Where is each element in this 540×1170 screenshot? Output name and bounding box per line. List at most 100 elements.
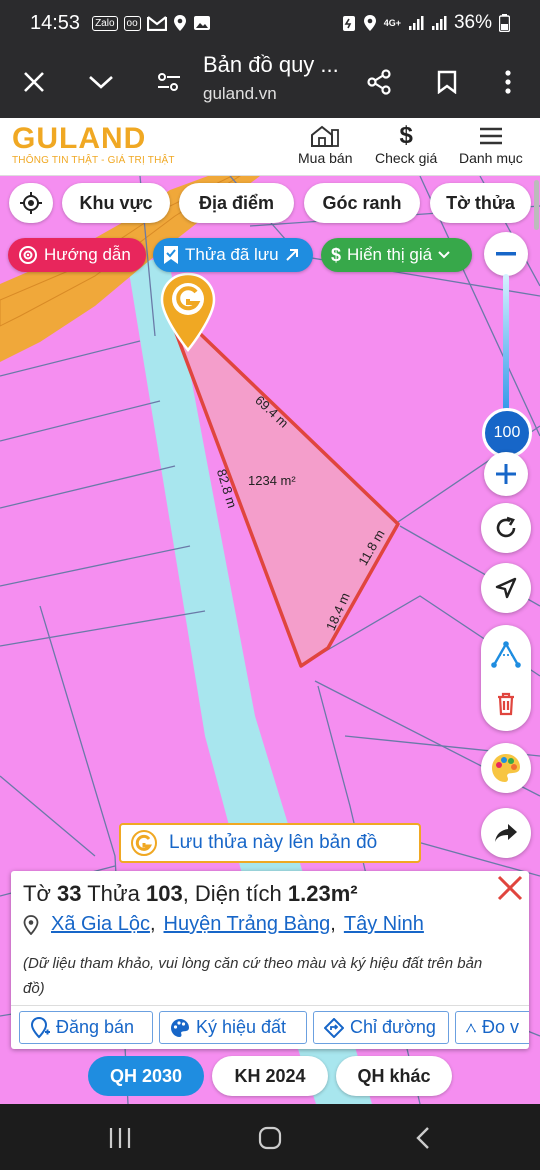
minus-icon — [496, 252, 516, 256]
recents-button[interactable] — [100, 1118, 140, 1158]
trash-icon — [498, 692, 514, 716]
show-price-button[interactable]: $ Hiển thị giá — [321, 238, 472, 272]
logo-text: GULAND — [12, 122, 147, 155]
recents-icon — [109, 1128, 131, 1148]
share-icon — [367, 69, 391, 95]
signal-icon — [408, 16, 424, 30]
delete-measure-button[interactable] — [481, 679, 531, 729]
close-tab-button[interactable] — [12, 60, 56, 104]
action-label: Đo v — [481, 1017, 519, 1037]
dollar-icon: $ — [399, 122, 413, 149]
guland-g-icon — [131, 830, 157, 856]
zoom-level[interactable]: 100 — [482, 408, 532, 458]
menu-icon — [479, 127, 502, 145]
price-label: Hiển thị giá — [347, 245, 433, 264]
site-settings-button[interactable] — [147, 60, 191, 104]
share-map-button[interactable] — [481, 808, 531, 858]
parcel-marker-icon[interactable] — [159, 272, 217, 352]
nav-mua-ban[interactable]: Mua bán — [298, 122, 352, 166]
nav-danh-muc[interactable]: Danh mục — [459, 122, 523, 166]
navigation-arrow-icon — [495, 577, 517, 599]
bookmark-button[interactable] — [425, 60, 469, 104]
locate-button[interactable] — [9, 183, 53, 223]
dollar-icon: $ — [331, 244, 342, 265]
parcel-location: Xã Gia Lộc, Huyện Trảng Bàng, Tây Ninh — [23, 913, 424, 936]
land-symbols-button[interactable]: Ký hiệu đất — [159, 1011, 307, 1044]
parcel-area-label: 1234 m² — [248, 473, 296, 488]
status-bar: 14:53 Zalo oo 4G+ 36% — [0, 0, 540, 46]
data-saver-icon — [342, 16, 355, 31]
site-header: GULAND THÔNG TIN THẬT - GIÁ TRỊ THẬT Mua… — [0, 118, 540, 176]
nav-label: Danh mục — [459, 150, 523, 166]
my-location-button[interactable] — [481, 563, 531, 613]
save-banner-label: Lưu thửa này lên bản đồ — [169, 832, 378, 853]
saved-label: Thửa đã lưu — [185, 245, 279, 264]
palette-icon — [492, 754, 520, 782]
save-parcel-button[interactable]: Lưu thửa này lên bản đồ — [119, 823, 421, 863]
refresh-icon — [496, 516, 516, 538]
battery-icon — [499, 14, 510, 32]
directions-icon — [324, 1017, 344, 1038]
battery-percent: 36% — [453, 12, 492, 33]
zoom-out-button[interactable] — [484, 232, 528, 276]
chevron-down-icon — [438, 251, 450, 259]
province-link[interactable]: Tây Ninh — [344, 913, 424, 936]
zoom-in-button[interactable] — [484, 452, 528, 496]
saved-parcels-button[interactable]: Thửa đã lưu — [153, 238, 313, 272]
district-link[interactable]: Huyện Trảng Bàng — [164, 913, 331, 936]
measure-area-button[interactable]: Đo v — [455, 1011, 529, 1044]
network-type: 4G+ — [383, 18, 401, 28]
browser-toolbar: Bản đồ quy ... guland.vn — [0, 46, 540, 118]
guide-button[interactable]: Hướng dẫn — [8, 238, 146, 272]
more-options-button[interactable] — [486, 60, 530, 104]
bookmark-icon — [437, 70, 457, 94]
guland-logo[interactable]: GULAND THÔNG TIN THẬT - GIÁ TRỊ THẬT — [12, 122, 175, 167]
tab-qh-khac[interactable]: QH khác — [336, 1056, 452, 1096]
close-panel-button[interactable] — [495, 873, 525, 903]
post-listing-button[interactable]: Đăng bán — [19, 1011, 153, 1044]
map-scrollbar[interactable] — [534, 180, 539, 230]
divider — [11, 1005, 529, 1006]
tune-icon — [158, 73, 180, 91]
directions-button[interactable]: Chỉ đường — [313, 1011, 449, 1044]
home-icon — [258, 1126, 282, 1150]
measure-button[interactable] — [481, 629, 531, 679]
commune-link[interactable]: Xã Gia Lộc — [51, 913, 150, 936]
chip-goc-ranh[interactable]: Góc ranh — [304, 183, 420, 223]
location-icon — [363, 15, 376, 31]
location-plus-icon — [30, 1016, 50, 1038]
location-icon — [173, 15, 186, 31]
nav-check-gia[interactable]: $ Check giá — [375, 122, 437, 166]
close-icon — [497, 875, 523, 901]
nav-label: Check giá — [375, 150, 438, 166]
home-button[interactable] — [250, 1118, 290, 1158]
arrow-up-right-icon — [285, 249, 298, 261]
tab-kh-2024[interactable]: KH 2024 — [212, 1056, 328, 1096]
minimize-button[interactable] — [79, 60, 123, 104]
gmail-icon — [146, 16, 167, 31]
action-label: Ký hiệu đất — [196, 1017, 287, 1037]
parcel-info-panel: Tờ 33 Thửa 103, Diện tích 1.23m² Xã Gia … — [11, 871, 529, 1049]
system-navigation-bar — [0, 1104, 540, 1170]
logo-tagline: THÔNG TIN THẬT - GIÁ TRỊ THẬT — [12, 155, 175, 166]
lifebuoy-icon — [19, 246, 37, 264]
back-button[interactable] — [403, 1118, 443, 1158]
measure-icon — [466, 1023, 476, 1032]
back-icon — [416, 1127, 429, 1149]
page-title: Bản đồ quy ... — [203, 52, 339, 77]
chip-khu-vuc[interactable]: Khu vực — [62, 183, 170, 223]
chip-to-thua[interactable]: Tờ thửa — [430, 183, 531, 223]
tab-qh-2030[interactable]: QH 2030 — [88, 1056, 204, 1096]
refresh-button[interactable] — [481, 503, 531, 553]
clock: 14:53 — [30, 11, 81, 34]
nav-label: Mua bán — [298, 150, 353, 166]
bookmark-check-icon — [164, 246, 178, 264]
gallery-icon — [193, 16, 210, 30]
chip-dia-diem[interactable]: Địa điểm — [179, 183, 294, 223]
share-button[interactable] — [357, 60, 401, 104]
voicemail-icon: oo — [123, 15, 141, 31]
map-layer-color-button[interactable] — [481, 743, 531, 793]
more-vertical-icon — [505, 70, 511, 94]
page-url: guland.vn — [203, 84, 277, 103]
signal-icon — [431, 16, 447, 30]
